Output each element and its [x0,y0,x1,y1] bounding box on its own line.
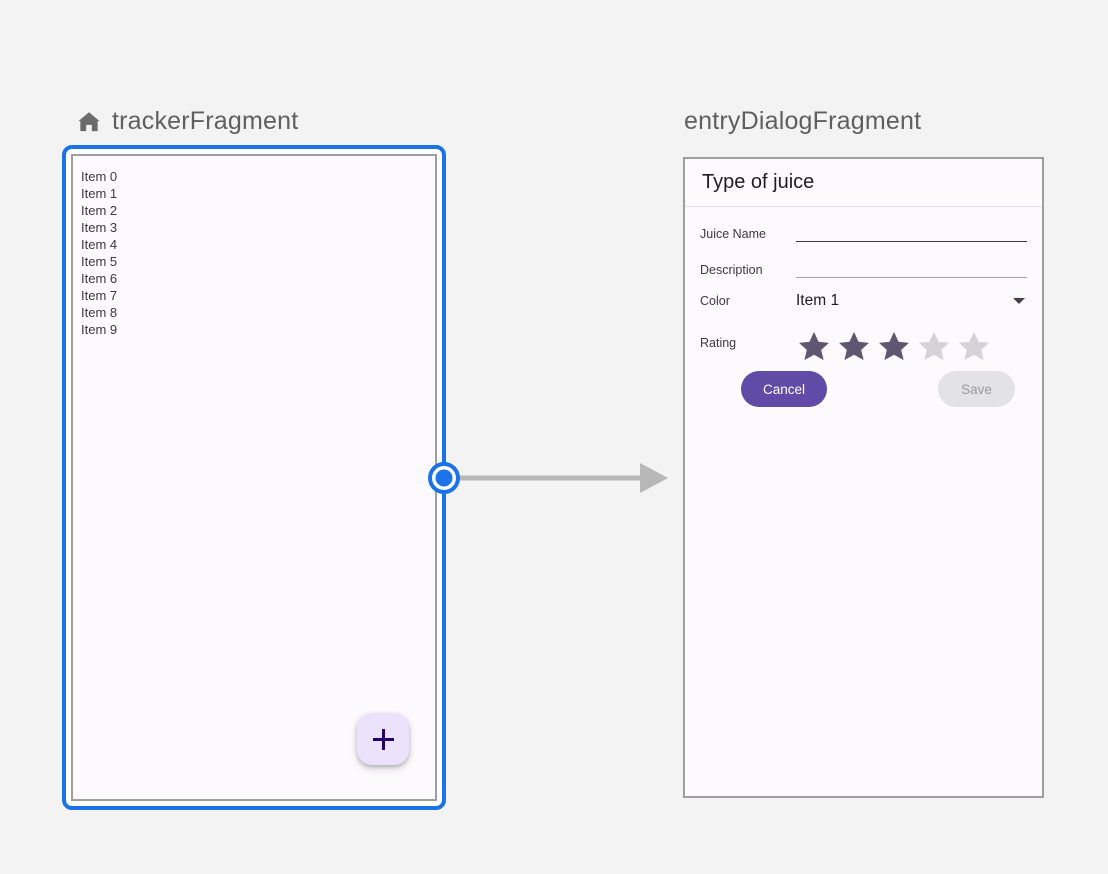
list-item[interactable]: Item 6 [81,270,431,287]
action-arrow-tracker-to-dialog[interactable] [420,450,680,510]
destination-trackerfragment[interactable]: Item 0 Item 1 Item 2 Item 3 Item 4 Item … [62,145,446,810]
rating-label: Rating [700,336,737,350]
form-row-description: Description [700,261,1027,278]
star-filled-icon[interactable] [836,328,872,364]
description-label: Description [700,263,763,277]
entry-form: Juice Name Description Color Item 1 Rati… [685,207,1042,407]
list-item[interactable]: Item 3 [81,219,431,236]
add-entry-fab[interactable] [357,713,409,765]
color-label: Color [700,294,730,308]
rating-bar[interactable] [796,328,1027,364]
list-item[interactable]: Item 9 [81,321,431,338]
navigation-graph-canvas[interactable]: trackerFragment Item 0 Item 1 Item 2 Ite… [0,0,1108,874]
list-item[interactable]: Item 1 [81,185,431,202]
action-handle-dot[interactable] [435,469,453,487]
cancel-button[interactable]: Cancel [741,371,828,407]
destination-entrydialogfragment[interactable]: Type of juice Juice Name Description Col… [683,157,1044,798]
destination-label-text: trackerFragment [112,107,299,135]
color-spinner[interactable]: Item 1 [796,292,1027,310]
list-item[interactable]: Item 0 [81,168,431,185]
list-item[interactable]: Item 2 [81,202,431,219]
destination-label-trackerfragment: trackerFragment [74,107,298,136]
tracker-screen-preview: Item 0 Item 1 Item 2 Item 3 Item 4 Item … [71,154,437,801]
destination-label-entrydialogfragment: entryDialogFragment [684,107,921,136]
arrowhead-icon [640,463,668,493]
form-row-color: Color Item 1 [700,292,1027,310]
plus-icon [372,728,394,750]
list-item[interactable]: Item 8 [81,304,431,321]
dialog-buttons: Cancel Save [700,364,1027,407]
form-row-juice-name: Juice Name [700,225,1027,242]
dialog-title: Type of juice [685,159,1042,207]
juice-name-input[interactable] [796,225,1027,242]
home-icon [78,111,100,131]
list-item[interactable]: Item 4 [81,236,431,253]
list-item[interactable]: Item 7 [81,287,431,304]
list-item[interactable]: Item 5 [81,253,431,270]
star-filled-icon[interactable] [796,328,832,364]
star-empty-icon[interactable] [916,328,952,364]
star-empty-icon[interactable] [956,328,992,364]
destination-label-text: entryDialogFragment [684,107,922,135]
chevron-down-icon [1013,298,1025,304]
description-input[interactable] [796,261,1027,278]
save-button[interactable]: Save [938,371,1015,407]
color-spinner-value: Item 1 [796,292,840,309]
item-list[interactable]: Item 0 Item 1 Item 2 Item 3 Item 4 Item … [81,168,431,338]
juice-name-label: Juice Name [700,227,766,241]
form-row-rating: Rating [700,331,1027,364]
star-filled-icon[interactable] [876,328,912,364]
